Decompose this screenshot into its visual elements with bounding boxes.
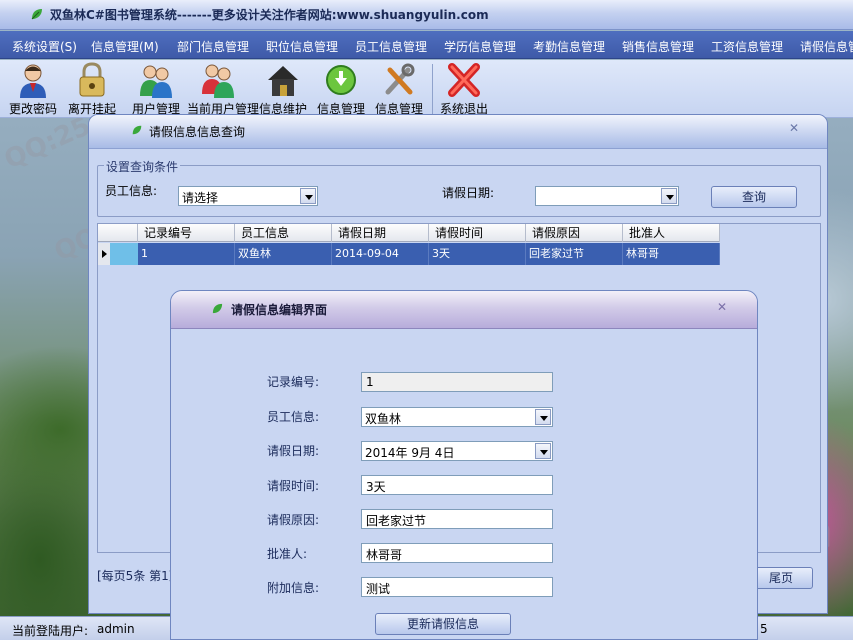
toolbar-current-user[interactable]: 当前用户管理 [187,60,259,118]
extra-info-field[interactable]: 测试 [361,577,553,597]
current-user-label: 当前登陆用户: [12,624,89,638]
edit-dialog-title: 请假信息编辑界面 [231,303,328,317]
window-leaf-icon [212,303,223,314]
menu-salary[interactable]: 工资信息管理 [711,38,783,55]
table-cell: 2014-09-04 [332,243,429,265]
toolbar-lock[interactable]: 离开挂起 [62,60,122,118]
table-cell: 回老家过节 [526,243,623,265]
menu-position[interactable]: 职位信息管理 [266,38,338,55]
approver-field[interactable]: 林哥哥 [361,543,553,563]
leave-date-picker[interactable]: 2014年 9月 4日 [361,441,553,461]
app-title: 双鱼林C#图书管理系统-------更多设计关注作者网站:www.shuangy… [50,8,489,22]
menu-sales[interactable]: 销售信息管理 [622,38,694,55]
table-cell: 1 [138,243,235,265]
column-header[interactable]: 请假时间 [429,224,526,242]
menu-employee[interactable]: 员工信息管理 [355,38,427,55]
record-id-field[interactable]: 1 [361,372,553,392]
employee-label: 员工信息: [267,410,320,424]
toolbar-change-password[interactable]: 更改密码 [3,60,63,118]
leave-edit-dialog: 请假信息编辑界面 ✕ 记录编号: 1 员工信息: 双鱼林 请假日期: 2014年… [170,290,758,640]
table-row[interactable]: 1 双鱼林 2014-09-04 3天 回老家过节 林哥哥 [98,243,720,265]
leave-date-label: 请假日期: [267,444,320,458]
row-selector[interactable] [98,243,138,265]
menu-info-management[interactable]: 信息管理(M) [91,38,159,55]
column-header[interactable]: 记录编号 [138,224,235,242]
column-header[interactable]: 请假原因 [526,224,623,242]
last-page-button[interactable]: 尾页 [749,567,813,589]
toolbar-info-management[interactable]: 信息管理 [311,60,371,118]
extra-info-label: 附加信息: [267,581,320,595]
query-window-title: 请假信息信息查询 [149,125,246,139]
query-conditions-group: 设置查询条件 员工信息: 请选择 请假日期: 查询 [97,158,821,217]
window-leaf-icon [132,125,142,135]
menu-leave[interactable]: 请假信息管 [800,38,853,55]
toolbar: 更改密码 离开挂起 用户管理 当前用户管理 信息维护 信息管理 信息管理 系统退… [0,60,853,118]
toolbar-exit[interactable]: 系统退出 [434,60,494,118]
status-right-text: 5 [760,622,768,636]
column-header[interactable]: 批准人 [623,224,720,242]
chevron-down-icon[interactable] [535,443,551,459]
toolbar-info-maintenance[interactable]: 信息维护 [253,60,313,118]
chevron-down-icon[interactable] [300,188,316,204]
pager-text: [每页5条 第1页 [97,569,181,583]
toolbar-separator [432,64,433,114]
chevron-down-icon[interactable] [661,188,677,204]
menu-system-settings[interactable]: 系统设置(S) [12,38,77,55]
leave-date-label: 请假日期: [442,186,495,200]
current-user-value: admin [97,622,135,636]
edit-dialog-title-bar[interactable]: 请假信息编辑界面 ✕ [171,291,757,329]
column-header[interactable]: 请假日期 [332,224,429,242]
menu-education[interactable]: 学历信息管理 [444,38,516,55]
lock-icon [79,62,105,97]
app-leaf-icon [31,9,42,20]
user-key-icon [20,64,46,98]
leave-reason-label: 请假原因: [267,513,320,527]
query-window-title-bar[interactable]: 请假信息信息查询 ✕ [89,115,827,149]
table-cell: 双鱼林 [235,243,332,265]
toolbar-user-management[interactable]: 用户管理 [126,60,186,118]
leave-date-picker[interactable] [535,186,679,206]
row-header-corner [98,224,138,242]
home-icon [268,66,298,96]
table-cell: 林哥哥 [623,243,720,265]
employee-label: 员工信息: [105,184,158,198]
tools-icon [385,63,415,95]
table-cell: 3天 [429,243,526,265]
toolbar-tools[interactable]: 信息管理 [369,60,429,118]
approver-label: 批准人: [267,547,308,561]
chevron-down-icon[interactable] [535,409,551,425]
record-id-label: 记录编号: [267,375,320,389]
exit-x-icon [448,63,480,97]
menu-department[interactable]: 部门信息管理 [177,38,249,55]
employee-select[interactable]: 双鱼林 [361,407,553,427]
group-title: 设置查询条件 [104,158,181,175]
main-title-bar: 双鱼林C#图书管理系统-------更多设计关注作者网站:www.shuangy… [0,0,853,30]
close-icon[interactable]: ✕ [789,121,799,135]
employee-select[interactable]: 请选择 [178,186,318,206]
leave-duration-field[interactable]: 3天 [361,475,553,495]
column-header[interactable]: 员工信息 [235,224,332,242]
row-pointer-icon [102,250,107,258]
leave-duration-label: 请假时间: [267,479,320,493]
green-arrow-icon [326,65,356,95]
close-icon[interactable]: ✕ [717,300,727,314]
table-header: 记录编号 员工信息 请假日期 请假时间 请假原因 批准人 [98,224,720,242]
query-button[interactable]: 查询 [711,186,797,208]
row-selection-highlight [110,243,138,265]
user-pair-icon [202,64,234,98]
menu-attendance[interactable]: 考勤信息管理 [533,38,605,55]
update-leave-button[interactable]: 更新请假信息 [375,613,511,635]
leave-reason-field[interactable]: 回老家过节 [361,509,553,529]
menu-bar: 系统设置(S) 信息管理(M) 部门信息管理 职位信息管理 员工信息管理 学历信… [0,31,853,59]
users-icon [140,65,172,98]
